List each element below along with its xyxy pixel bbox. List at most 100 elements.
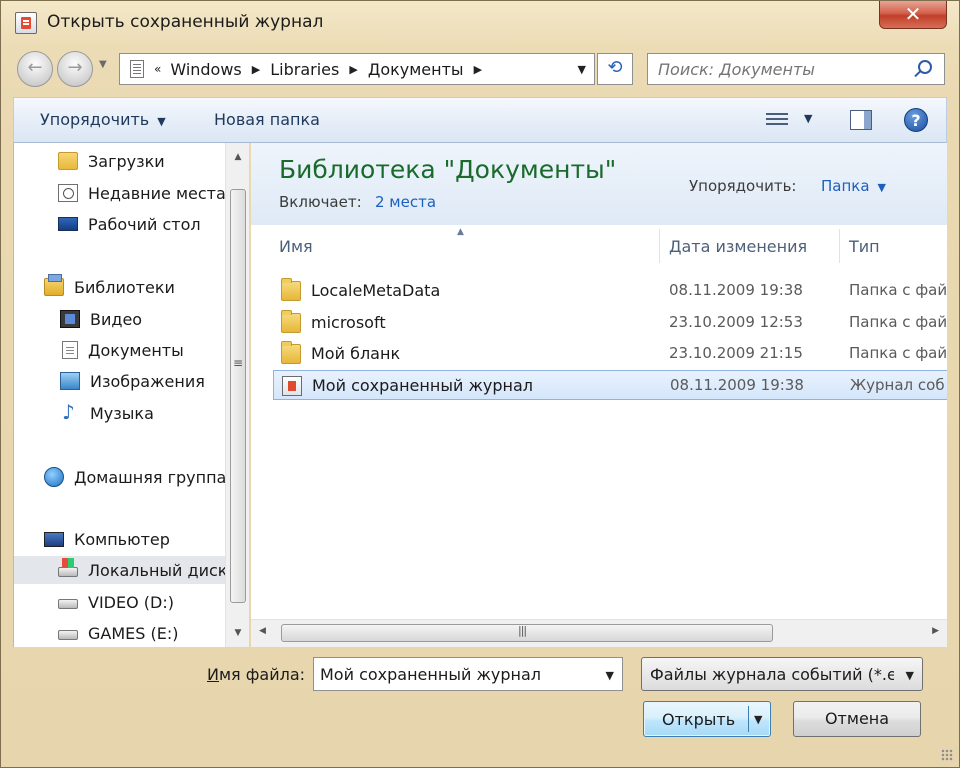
sidebar-item-video-drive[interactable]: VIDEO (D:) bbox=[58, 588, 174, 616]
chevron-down-icon: ▼ bbox=[905, 669, 914, 682]
close-button[interactable]: ✕ bbox=[879, 1, 947, 29]
breadcrumb-documents[interactable]: Документы bbox=[368, 60, 464, 79]
file-type: Папка с фай bbox=[849, 344, 947, 362]
sort-ascending-icon: ▲ bbox=[457, 227, 464, 237]
chevron-down-icon[interactable]: ▼ bbox=[606, 669, 614, 682]
scrollbar-thumb[interactable] bbox=[230, 189, 246, 603]
column-header-type[interactable]: Тип bbox=[849, 237, 880, 256]
sidebar-item-videos[interactable]: Видео bbox=[60, 305, 142, 333]
scroll-up-arrow-icon[interactable]: ▲ bbox=[226, 147, 250, 167]
file-name: Мой сохраненный журнал bbox=[312, 376, 533, 395]
breadcrumb-libraries[interactable]: Libraries bbox=[270, 60, 339, 79]
file-type: Папка с фай bbox=[849, 313, 947, 331]
navigation-bar: ← → ▼ « Windows ▶ Libraries ▶ Документы … bbox=[1, 45, 959, 95]
sidebar-item-local-disk[interactable]: Локальный диск bbox=[14, 556, 228, 584]
documents-icon bbox=[62, 341, 78, 359]
pictures-icon bbox=[60, 372, 80, 390]
cancel-button[interactable]: Отмена bbox=[793, 701, 921, 737]
navigation-pane: Загрузки Недавние места Рабочий стол Биб… bbox=[13, 143, 249, 647]
file-row-localemetadata[interactable]: LocaleMetaData 08.11.2009 19:38 Папка с … bbox=[273, 276, 947, 306]
breadcrumb-arrow-icon[interactable]: ▶ bbox=[474, 63, 482, 76]
file-date: 23.10.2009 12:53 bbox=[669, 313, 803, 331]
sidebar-item-label: Видео bbox=[90, 309, 143, 329]
breadcrumb-arrow-icon[interactable]: ▶ bbox=[349, 63, 357, 76]
music-icon bbox=[62, 400, 80, 424]
file-list-pane: Библиотека "Документы" Включает: 2 места… bbox=[251, 143, 947, 647]
sidebar-item-music[interactable]: Музыка bbox=[62, 399, 154, 427]
arrange-by-dropdown[interactable]: Папка ▼ bbox=[821, 177, 886, 195]
sidebar-item-label: GAMES (E:) bbox=[88, 623, 179, 643]
preview-pane-icon[interactable] bbox=[850, 110, 872, 130]
new-folder-button[interactable]: Новая папка bbox=[214, 110, 320, 129]
help-icon[interactable]: ? bbox=[904, 108, 928, 132]
arrange-by-label: Упорядочить: bbox=[689, 177, 797, 195]
sidebar-item-pictures[interactable]: Изображения bbox=[60, 367, 205, 395]
file-row-my-form[interactable]: Мой бланк 23.10.2009 21:15 Папка с фай bbox=[273, 339, 947, 369]
back-button[interactable]: ← bbox=[17, 51, 53, 87]
column-headers: ▲ Имя Дата изменения Тип bbox=[251, 227, 947, 265]
file-type-filter-dropdown[interactable]: Файлы журнала событий (*.e ▼ bbox=[641, 657, 923, 691]
scroll-left-arrow-icon[interactable]: ◀ bbox=[259, 626, 266, 636]
command-bar: Упорядочить ▼ Новая папка ▼ ? bbox=[13, 97, 947, 143]
column-divider[interactable] bbox=[659, 229, 660, 263]
organize-label: Упорядочить bbox=[40, 110, 150, 129]
desktop-icon bbox=[58, 217, 78, 231]
folder-icon bbox=[281, 278, 301, 301]
address-history-dropdown-icon[interactable]: ▼ bbox=[578, 63, 586, 76]
sidebar-item-computer[interactable]: Компьютер bbox=[44, 525, 170, 553]
event-viewer-app-icon bbox=[15, 12, 37, 34]
navigation-pane-scrollbar[interactable]: ▲ ▼ bbox=[225, 143, 249, 647]
search-box[interactable] bbox=[647, 53, 945, 85]
sidebar-item-downloads[interactable]: Загрузки bbox=[58, 147, 165, 175]
recent-pages-dropdown-icon[interactable]: ▼ bbox=[99, 59, 107, 70]
open-button[interactable]: Открыть ▼ bbox=[643, 701, 771, 737]
sidebar-item-games-drive[interactable]: GAMES (E:) bbox=[58, 619, 178, 647]
search-icon[interactable] bbox=[918, 60, 932, 74]
sidebar-item-label: Локальный диск bbox=[88, 560, 228, 580]
refresh-button[interactable]: ⟲ bbox=[597, 53, 633, 85]
filename-label: Имя файла: bbox=[207, 665, 305, 684]
scroll-right-arrow-icon[interactable]: ▶ bbox=[932, 626, 939, 636]
sidebar-item-label: Домашняя группа bbox=[74, 467, 227, 487]
file-date: 08.11.2009 19:38 bbox=[670, 376, 804, 394]
chevron-down-icon: ▼ bbox=[804, 112, 813, 125]
breadcrumb-windows[interactable]: Windows bbox=[170, 60, 241, 79]
filename-input[interactable] bbox=[320, 665, 590, 684]
sidebar-item-recent-places[interactable]: Недавние места bbox=[58, 179, 226, 207]
column-header-date[interactable]: Дата изменения bbox=[669, 237, 807, 256]
address-bar[interactable]: « Windows ▶ Libraries ▶ Документы ▶ ▼ bbox=[119, 53, 595, 85]
filename-combobox[interactable]: ▼ bbox=[313, 657, 623, 691]
forward-button[interactable]: → bbox=[57, 51, 93, 87]
change-view-button[interactable]: ▼ bbox=[766, 109, 822, 133]
videos-icon bbox=[60, 310, 80, 328]
library-locations-link[interactable]: 2 места bbox=[375, 193, 436, 211]
drive-icon bbox=[58, 630, 78, 640]
breadcrumb-overflow[interactable]: « bbox=[154, 62, 161, 76]
search-input[interactable] bbox=[658, 60, 908, 79]
arrange-by-value: Папка bbox=[821, 177, 870, 195]
column-header-name[interactable]: Имя bbox=[279, 237, 313, 256]
sidebar-item-homegroup[interactable]: Домашняя группа bbox=[44, 463, 226, 491]
sidebar-item-documents[interactable]: Документы bbox=[62, 336, 184, 364]
file-type: Журнал соб bbox=[850, 376, 945, 394]
file-row-microsoft[interactable]: microsoft 23.10.2009 12:53 Папка с фай bbox=[273, 308, 947, 338]
breadcrumb-arrow-icon[interactable]: ▶ bbox=[252, 63, 260, 76]
sidebar-item-desktop[interactable]: Рабочий стол bbox=[58, 210, 201, 238]
scrollbar-thumb[interactable] bbox=[281, 624, 773, 642]
folder-icon bbox=[281, 341, 301, 364]
file-list-horizontal-scrollbar[interactable]: ◀ ▶ bbox=[251, 619, 947, 647]
sidebar-item-label: Документы bbox=[88, 340, 184, 360]
file-name: microsoft bbox=[311, 313, 386, 332]
filename-label-accelerator: И bbox=[207, 665, 219, 684]
resize-grip-icon[interactable] bbox=[941, 749, 953, 761]
organize-menu-button[interactable]: Упорядочить ▼ bbox=[40, 110, 166, 129]
recent-places-icon bbox=[58, 184, 78, 202]
downloads-folder-icon bbox=[58, 152, 78, 170]
includes-label: Включает: bbox=[279, 193, 362, 211]
open-options-dropdown-icon[interactable]: ▼ bbox=[754, 713, 762, 726]
sidebar-item-label: Недавние места bbox=[88, 183, 226, 203]
scroll-down-arrow-icon[interactable]: ▼ bbox=[226, 623, 250, 643]
sidebar-item-libraries[interactable]: Библиотеки bbox=[44, 273, 175, 301]
file-row-saved-log[interactable]: Мой сохраненный журнал 08.11.2009 19:38 … bbox=[273, 370, 947, 400]
column-divider[interactable] bbox=[839, 229, 840, 263]
